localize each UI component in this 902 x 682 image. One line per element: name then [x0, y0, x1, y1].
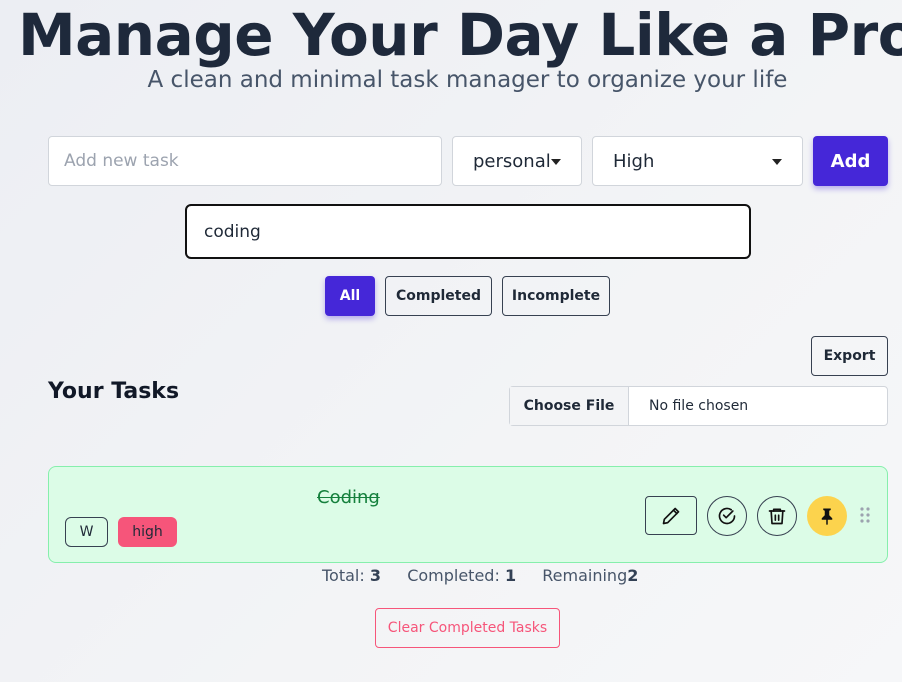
category-select[interactable]: personal: [452, 136, 582, 186]
chevron-down-icon: [772, 159, 782, 165]
category-select-value: personal: [473, 150, 551, 172]
choose-file-button[interactable]: Choose File: [510, 387, 629, 425]
page-title: Manage Your Day Like a Pro: [17, 1, 902, 69]
delete-task-button[interactable]: [757, 496, 797, 536]
total-label: Total:: [322, 566, 365, 585]
priority-select-value: High: [613, 150, 655, 172]
export-button[interactable]: Export: [811, 336, 888, 376]
file-status-text: No file chosen: [649, 398, 749, 414]
trash-icon: [768, 508, 786, 525]
edit-task-button[interactable]: [645, 496, 697, 535]
task-text: Coding: [317, 487, 380, 508]
page-subtitle: A clean and minimal task manager to orga…: [147, 67, 788, 93]
tasks-heading: Your Tasks: [48, 379, 180, 404]
pin-icon: [821, 508, 833, 525]
new-task-input[interactable]: [48, 136, 442, 186]
chevron-down-icon: [551, 159, 561, 165]
pin-task-button[interactable]: [807, 496, 847, 536]
toggle-complete-button[interactable]: [707, 496, 747, 536]
task-card: Coding W high: [48, 466, 888, 563]
clear-completed-button[interactable]: Clear Completed Tasks: [375, 608, 560, 648]
task-stats: Total: 3 Completed: 1 Remaining2: [322, 566, 638, 585]
completed-value: 1: [504, 566, 517, 585]
search-input[interactable]: [185, 204, 751, 259]
filter-completed-button[interactable]: Completed: [385, 276, 492, 316]
priority-select[interactable]: High: [592, 136, 803, 186]
filter-incomplete-button[interactable]: Incomplete: [502, 276, 610, 316]
pencil-icon: [662, 507, 680, 524]
remaining-value: 2: [627, 566, 639, 585]
check-circle-icon: [718, 507, 736, 525]
drag-handle-icon[interactable]: [859, 506, 871, 524]
add-task-button[interactable]: Add: [813, 136, 888, 186]
filter-all-button[interactable]: All: [325, 276, 375, 316]
priority-tag: high: [118, 517, 177, 547]
total-value: 3: [369, 566, 381, 585]
category-tag: W: [65, 517, 108, 547]
completed-label: Completed:: [407, 566, 500, 585]
remaining-label: Remaining: [542, 566, 628, 585]
import-file-input[interactable]: Choose File No file chosen: [509, 386, 888, 426]
